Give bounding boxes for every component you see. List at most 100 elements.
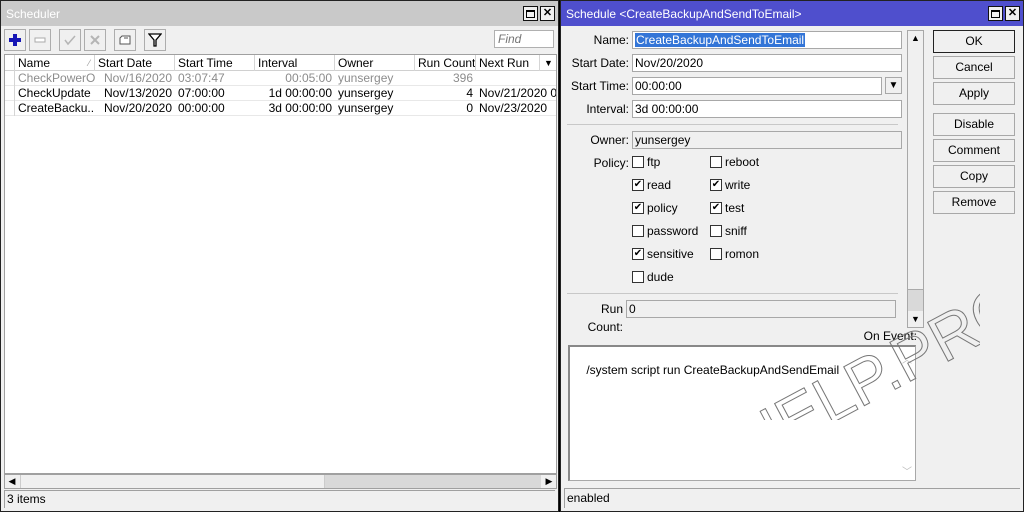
policy-checkbox-read[interactable]: ✔ read xyxy=(632,177,671,193)
policy-checkbox-sensitive[interactable]: ✔ sensitive xyxy=(632,246,694,262)
scheduler-window: Scheduler ✕ Name⁄ Start Date xyxy=(0,0,559,512)
column-header-next-run[interactable]: Next Run xyxy=(476,55,540,71)
close-icon: ✕ xyxy=(542,7,553,19)
start-date-field[interactable]: Nov/20/2020 xyxy=(632,54,902,72)
apply-button[interactable]: Apply xyxy=(933,82,1015,105)
checkmark-icon[interactable]: ✔ xyxy=(710,179,722,191)
owner-field: yunsergey xyxy=(632,131,902,149)
table-row[interactable]: CheckPowerOn Nov/16/2020 03:07:47 00:05:… xyxy=(5,71,556,86)
filter-icon xyxy=(148,33,162,47)
on-event-script[interactable]: /system script run CreateBackupAndSendEm… xyxy=(568,345,916,481)
remove-icon xyxy=(34,37,46,43)
column-menu-icon[interactable]: ▼ xyxy=(540,55,556,71)
maximize-button[interactable] xyxy=(988,6,1003,21)
form-scrollbar[interactable]: ▲ ▼ xyxy=(907,30,924,328)
scroll-down-icon[interactable]: ﹀ xyxy=(902,463,912,478)
add-button[interactable] xyxy=(4,29,26,51)
checkmark-icon[interactable]: ✔ xyxy=(632,248,644,260)
policy-checkbox-policy[interactable]: ✔ policy xyxy=(632,200,678,216)
scroll-right-icon[interactable]: ▶ xyxy=(542,475,556,488)
cancel-button[interactable]: Cancel xyxy=(933,56,1015,79)
name-field[interactable]: CreateBackupAndSendToEmail xyxy=(632,31,902,49)
scheduler-table: Name ⁄ Start Date Start Time Interval Own… xyxy=(4,54,557,474)
start-time-label: Start Time: xyxy=(570,79,629,93)
policy-checkbox-password[interactable]: password xyxy=(632,223,698,239)
remove-button[interactable]: Remove xyxy=(933,191,1015,214)
column-header-start-time[interactable]: Start Time xyxy=(175,55,255,71)
copy-button[interactable]: Copy xyxy=(933,165,1015,188)
scrollbar-thumb[interactable] xyxy=(20,475,325,488)
on-event-label: On Event: xyxy=(863,329,917,343)
check-icon xyxy=(64,35,76,46)
policy-checkbox-dude[interactable]: dude xyxy=(632,269,674,285)
column-header-interval[interactable]: Interval xyxy=(255,55,335,71)
scroll-left-icon[interactable]: ◀ xyxy=(5,475,19,488)
filter-button[interactable] xyxy=(144,29,166,51)
checkbox-empty[interactable] xyxy=(632,225,644,237)
maximize-icon xyxy=(526,9,535,18)
run-count-field: 0 xyxy=(626,300,896,318)
column-header-start-date[interactable]: Start Date xyxy=(95,55,175,71)
divider xyxy=(567,124,898,125)
ok-button[interactable]: OK xyxy=(933,30,1015,53)
policy-label: romon xyxy=(725,247,760,261)
checkbox-empty[interactable] xyxy=(710,156,722,168)
checkmark-icon[interactable]: ✔ xyxy=(632,179,644,191)
checkbox-empty[interactable] xyxy=(632,271,644,283)
policy-checkbox-reboot[interactable]: reboot xyxy=(710,154,759,170)
scroll-up-icon[interactable]: ︿ xyxy=(902,351,912,366)
remove-button[interactable] xyxy=(29,29,51,51)
scheduler-toolbar xyxy=(4,29,555,51)
maximize-icon xyxy=(991,9,1000,18)
start-time-dropdown[interactable]: ▼ xyxy=(885,77,902,94)
policy-label: sensitive xyxy=(647,247,694,261)
checkbox-empty[interactable] xyxy=(710,225,722,237)
policy-checkbox-romon[interactable]: romon xyxy=(710,246,759,262)
table-row[interactable]: CheckUpdate Nov/13/2020 07:00:00 1d 00:0… xyxy=(5,86,556,101)
start-date-label: Start Date: xyxy=(571,56,629,70)
schedule-titlebar[interactable]: Schedule <CreateBackupAndSendToEmail> ✕ xyxy=(561,1,1023,26)
enable-button[interactable] xyxy=(59,29,81,51)
close-button[interactable]: ✕ xyxy=(1005,6,1020,21)
policy-checkbox-write[interactable]: ✔ write xyxy=(710,177,750,193)
comment-button[interactable] xyxy=(114,29,136,51)
policy-label: policy xyxy=(647,201,678,215)
checkbox-empty[interactable] xyxy=(632,156,644,168)
column-header-run-count[interactable]: Run Count xyxy=(415,55,476,71)
disable-button[interactable]: Disable xyxy=(933,113,1015,136)
horizontal-scrollbar[interactable]: ◀ ▶ xyxy=(4,474,557,489)
scheduler-status: 3 items xyxy=(4,490,555,508)
policy-checkbox-ftp[interactable]: ftp xyxy=(632,154,660,170)
comment-icon xyxy=(119,35,131,45)
checkmark-icon[interactable]: ✔ xyxy=(710,202,722,214)
dialog-status: enabled xyxy=(564,488,1020,508)
column-header-owner[interactable]: Owner xyxy=(335,55,415,71)
policy-label: password xyxy=(647,224,699,238)
start-time-field[interactable]: 00:00:00 xyxy=(632,77,882,95)
scrollbar-thumb[interactable] xyxy=(908,289,923,311)
policy-label: test xyxy=(725,201,745,215)
disable-button[interactable] xyxy=(84,29,106,51)
close-icon: ✕ xyxy=(1007,7,1018,19)
scroll-up-icon[interactable]: ▲ xyxy=(908,31,923,46)
scrollbar-track[interactable] xyxy=(325,475,541,488)
maximize-button[interactable] xyxy=(523,6,538,21)
table-row[interactable]: CreateBacku... Nov/20/2020 00:00:00 3d 0… xyxy=(5,101,556,116)
find-input[interactable] xyxy=(494,30,554,48)
checkbox-empty[interactable] xyxy=(710,248,722,260)
scheduler-titlebar[interactable]: Scheduler ✕ xyxy=(1,1,558,26)
interval-field[interactable]: 3d 00:00:00 xyxy=(632,100,902,118)
scroll-down-icon[interactable]: ▼ xyxy=(908,312,923,327)
comment-button[interactable]: Comment xyxy=(933,139,1015,162)
policy-checkbox-test[interactable]: ✔ test xyxy=(710,200,744,216)
checkmark-icon[interactable]: ✔ xyxy=(632,202,644,214)
close-button[interactable]: ✕ xyxy=(540,6,555,21)
add-icon xyxy=(9,34,21,46)
schedule-dialog: Schedule <CreateBackupAndSendToEmail> ✕ … xyxy=(560,0,1024,512)
policy-label: Policy: xyxy=(593,156,629,170)
column-header-name[interactable]: Name ⁄ xyxy=(15,55,95,71)
x-icon xyxy=(90,35,100,45)
policy-checkbox-sniff[interactable]: sniff xyxy=(710,223,747,239)
policy-label: write xyxy=(725,178,751,192)
policy-label: sniff xyxy=(725,224,747,238)
